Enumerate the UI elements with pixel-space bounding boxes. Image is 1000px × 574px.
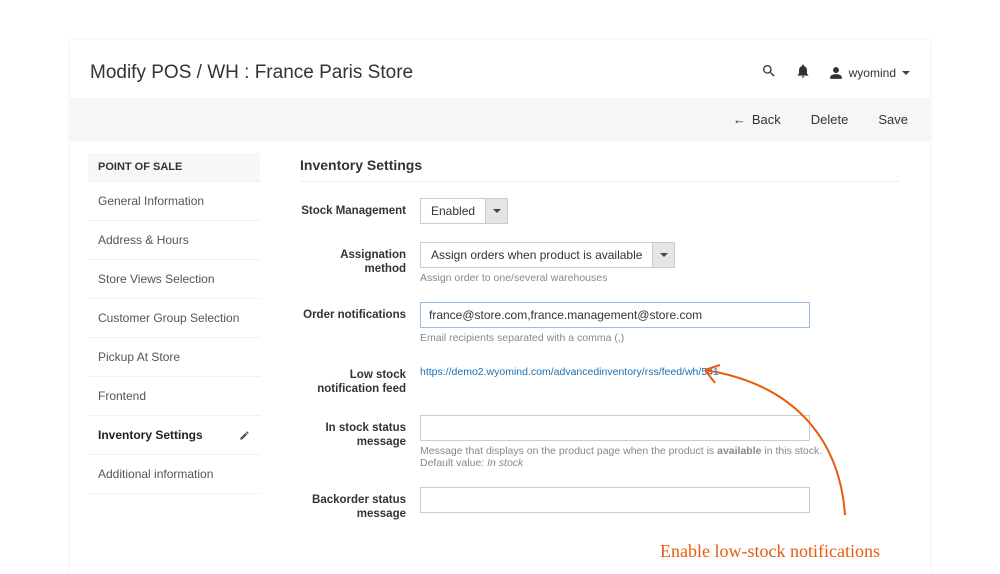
search-icon[interactable] <box>761 63 777 84</box>
select-value: Assign orders when product is available <box>421 243 652 267</box>
content-area: POINT OF SALE General Information Addres… <box>70 141 930 555</box>
pencil-icon <box>239 430 250 441</box>
label-stock-management: Stock Management <box>300 198 420 218</box>
label-backorder-msg: Backorder status message <box>300 487 420 522</box>
user-icon <box>829 66 843 80</box>
user-menu[interactable]: wyomind <box>829 66 910 80</box>
sidebar-item-store-views[interactable]: Store Views Selection <box>88 260 260 299</box>
sidebar-item-label: Store Views Selection <box>98 272 215 286</box>
sidebar-title: POINT OF SALE <box>88 153 260 182</box>
sidebar-item-general-information[interactable]: General Information <box>88 182 260 221</box>
hint-assignation: Assign order to one/several warehouses <box>420 272 900 284</box>
sidebar: POINT OF SALE General Information Addres… <box>70 141 270 555</box>
select-assignation-method[interactable]: Assign orders when product is available <box>420 242 675 268</box>
row-low-stock-feed: Low stock notification feed https://demo… <box>300 362 900 397</box>
action-bar: Back Delete Save <box>70 98 930 141</box>
section-title: Inventory Settings <box>300 157 900 182</box>
chevron-down-icon <box>652 243 674 267</box>
sidebar-item-customer-group[interactable]: Customer Group Selection <box>88 299 260 338</box>
header-icons: wyomind <box>761 63 910 84</box>
title-bar: Modify POS / WH : France Paris Store wyo… <box>70 40 930 98</box>
sidebar-item-label: Additional information <box>98 467 213 481</box>
back-label: Back <box>752 112 781 127</box>
row-backorder-msg: Backorder status message <box>300 487 900 522</box>
annotation-text: Enable low-stock notifications <box>660 541 880 562</box>
hint-order-notifications: Email recipients separated with a comma … <box>420 332 900 344</box>
sidebar-item-frontend[interactable]: Frontend <box>88 377 260 416</box>
delete-button[interactable]: Delete <box>811 112 849 127</box>
label-low-stock-feed: Low stock notification feed <box>300 362 420 397</box>
hint-in-stock-msg: Message that displays on the product pag… <box>420 445 900 469</box>
sidebar-item-label: General Information <box>98 194 204 208</box>
bell-icon[interactable] <box>795 63 811 84</box>
link-low-stock-feed[interactable]: https://demo2.wyomind.com/advancedinvent… <box>420 366 719 378</box>
sidebar-item-address-hours[interactable]: Address & Hours <box>88 221 260 260</box>
select-value: Enabled <box>421 199 485 223</box>
sidebar-item-additional-info[interactable]: Additional information <box>88 455 260 494</box>
sidebar-item-pickup-at-store[interactable]: Pickup At Store <box>88 338 260 377</box>
sidebar-item-inventory-settings[interactable]: Inventory Settings <box>88 416 260 455</box>
sidebar-item-label: Inventory Settings <box>98 428 203 442</box>
row-in-stock-msg: In stock status message Message that dis… <box>300 415 900 469</box>
editor-panel: Modify POS / WH : France Paris Store wyo… <box>70 40 930 574</box>
sidebar-item-label: Pickup At Store <box>98 350 180 364</box>
sidebar-item-label: Address & Hours <box>98 233 189 247</box>
sidebar-item-label: Frontend <box>98 389 146 403</box>
chevron-down-icon <box>902 71 910 75</box>
input-order-notifications[interactable] <box>420 302 810 328</box>
input-backorder-msg[interactable] <box>420 487 810 513</box>
row-assignation-method: Assignation method Assign orders when pr… <box>300 242 900 284</box>
select-stock-management[interactable]: Enabled <box>420 198 508 224</box>
page-title: Modify POS / WH : France Paris Store <box>90 62 413 84</box>
row-order-notifications: Order notifications Email recipients sep… <box>300 302 900 344</box>
sidebar-item-label: Customer Group Selection <box>98 311 239 325</box>
label-order-notifications: Order notifications <box>300 302 420 322</box>
chevron-down-icon <box>485 199 507 223</box>
back-button[interactable]: Back <box>733 112 781 127</box>
user-name: wyomind <box>849 66 896 80</box>
save-button[interactable]: Save <box>878 112 908 127</box>
save-label: Save <box>878 112 908 127</box>
row-stock-management: Stock Management Enabled <box>300 198 900 224</box>
form-area: Inventory Settings Stock Management Enab… <box>270 141 930 555</box>
input-in-stock-msg[interactable] <box>420 415 810 441</box>
label-in-stock-msg: In stock status message <box>300 415 420 450</box>
arrow-left-icon <box>733 112 746 127</box>
label-assignation-method: Assignation method <box>300 242 420 277</box>
delete-label: Delete <box>811 112 849 127</box>
